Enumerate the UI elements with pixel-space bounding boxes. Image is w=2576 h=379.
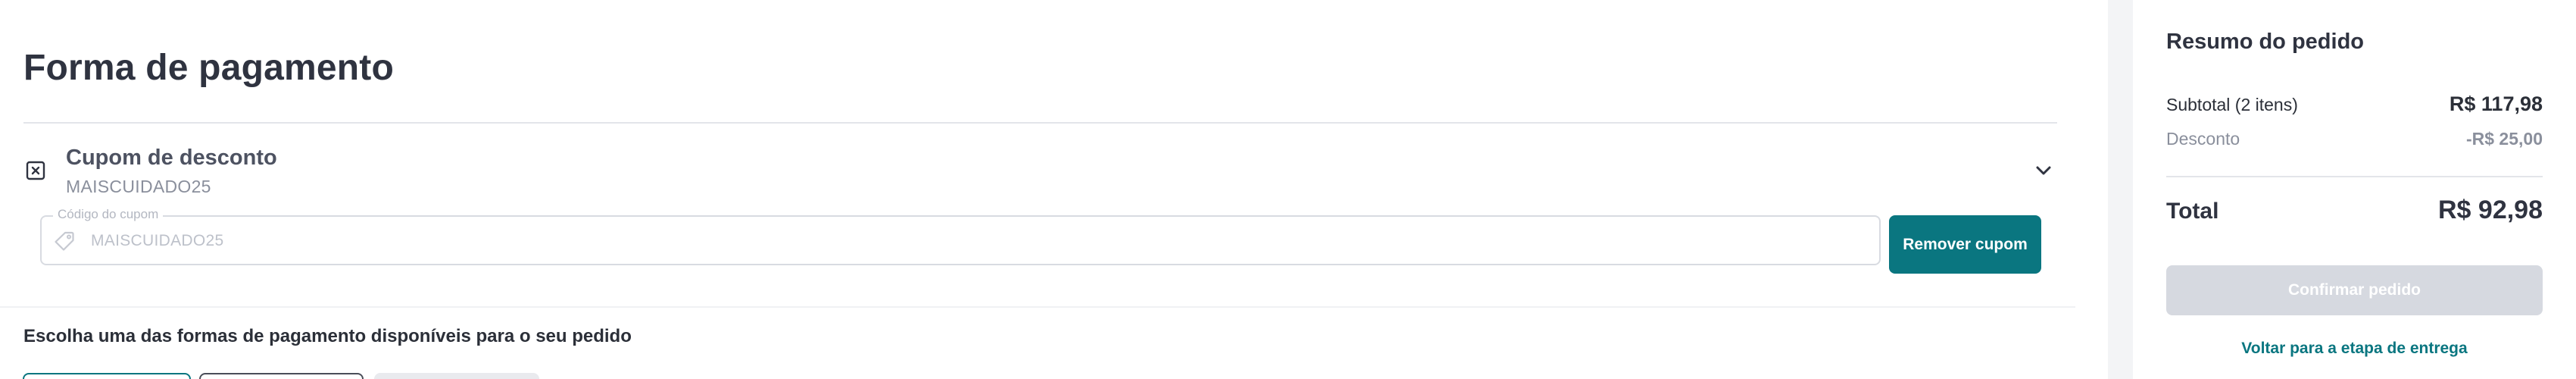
- discount-row: Desconto -R$ 25,00: [2166, 129, 2543, 149]
- summary-title: Resumo do pedido: [2166, 30, 2364, 54]
- applied-coupon-code: MAISCUIDADO25: [66, 177, 211, 196]
- page-title: Forma de pagamento: [23, 48, 395, 88]
- subtotal-label: Subtotal (2 itens): [2166, 95, 2298, 114]
- subtotal-value: R$ 117,98: [2449, 92, 2543, 115]
- sidebar-separator: [2108, 0, 2133, 379]
- discount-label: Desconto: [2166, 129, 2240, 149]
- payment-method-option[interactable]: [374, 373, 539, 379]
- coupon-code-field[interactable]: [40, 215, 1881, 265]
- payment-method-option[interactable]: [199, 373, 364, 379]
- payment-instruction: Escolha uma das formas de pagamento disp…: [23, 326, 632, 346]
- order-summary: Resumo do pedido Subtotal (2 itens) R$ 1…: [2133, 0, 2576, 379]
- confirm-order-button[interactable]: Confirmar pedido: [2166, 265, 2543, 315]
- divider: [2166, 176, 2543, 177]
- discount-value: -R$ 25,00: [2465, 129, 2543, 149]
- coupon-field-label: Código do cupom: [53, 207, 164, 222]
- chevron-down-icon[interactable]: [2032, 161, 2055, 180]
- remove-coupon-button[interactable]: Remover cupom: [1889, 215, 2041, 274]
- divider: [23, 122, 2057, 124]
- total-label: Total: [2166, 199, 2219, 224]
- total-value: R$ 92,98: [2438, 196, 2543, 224]
- total-row: Total R$ 92,98: [2166, 196, 2543, 225]
- coupon-x-icon: [25, 160, 46, 181]
- back-to-delivery-link[interactable]: Voltar para a etapa de entrega: [2166, 340, 2543, 358]
- tag-icon: [53, 230, 76, 252]
- payment-section: Forma de pagamento Cupom de desconto MAI…: [0, 0, 2108, 379]
- divider: [0, 306, 2075, 308]
- subtotal-row: Subtotal (2 itens) R$ 117,98: [2166, 92, 2543, 116]
- payment-method-option[interactable]: [23, 373, 191, 379]
- coupon-input-value[interactable]: MAISCUIDADO25: [91, 232, 223, 250]
- coupon-title[interactable]: Cupom de desconto: [66, 146, 277, 171]
